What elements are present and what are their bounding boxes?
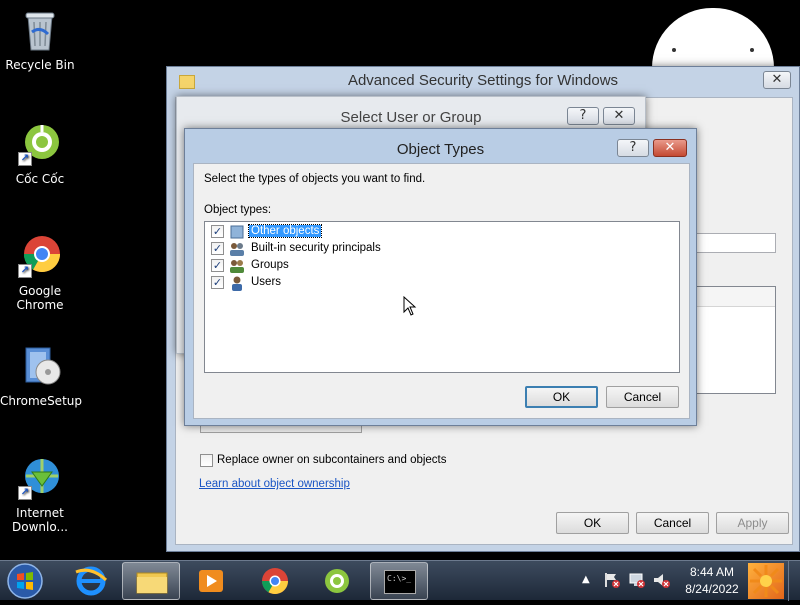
clock-tick (672, 48, 676, 52)
user-icon (229, 275, 245, 291)
list-item-label: Groups (251, 259, 289, 271)
list-item-users[interactable]: ✓ Users (211, 275, 411, 291)
object-types-label: Object types: (204, 204, 272, 216)
coc-coc-icon (325, 569, 349, 593)
taskbar-internet-explorer[interactable] (62, 562, 120, 600)
checkbox[interactable]: ✓ (211, 259, 224, 272)
chrome-icon (261, 568, 289, 595)
taskbar-media-player[interactable] (182, 562, 240, 600)
help-button[interactable]: ? (617, 139, 649, 157)
close-button[interactable]: ✕ (653, 139, 687, 157)
title-bar[interactable]: Select User or Group ? ✕ (177, 97, 645, 126)
shortcut-arrow-icon: ↗ (18, 486, 32, 500)
command-prompt-icon: C:\>_ (384, 570, 416, 594)
folder-icon (136, 572, 168, 594)
desktop-icon-recycle-bin[interactable]: Recycle Bin (0, 8, 80, 72)
installer-icon (18, 344, 62, 388)
desktop-icon-chromesetup[interactable]: ChromeSetup (0, 344, 82, 408)
clock-tick (750, 48, 754, 52)
close-button[interactable]: ✕ (763, 71, 791, 89)
instruction-text: Select the types of objects you want to … (204, 173, 426, 185)
desktop-icon-google-chrome[interactable]: ↗ Google Chrome (0, 234, 80, 312)
help-button[interactable]: ? (567, 107, 599, 125)
learn-ownership-link[interactable]: Learn about object ownership (199, 478, 350, 490)
desktop-icon-label: Chrome (16, 298, 64, 312)
title-bar[interactable]: Advanced Security Settings for Windows ✕ (167, 67, 799, 95)
ok-button[interactable]: OK (556, 512, 629, 534)
list-item-other-objects[interactable]: ✓ Other objects (211, 224, 411, 240)
checkbox[interactable]: ✓ (211, 276, 224, 289)
list-item-label: Built-in security principals (251, 242, 381, 254)
text-field[interactable] (696, 233, 776, 253)
desktop: Recycle Bin ↗ Cốc Cốc ↗ Google Chrome Ch… (0, 0, 800, 560)
list-item-label: Other objects (247, 224, 323, 238)
replace-owner-checkbox[interactable] (200, 454, 213, 467)
recycle-bin-icon (18, 8, 62, 52)
replace-owner-label: Replace owner on subcontainers and objec… (217, 454, 447, 466)
taskbar: C:\>_ ▲ 8:44 AM 8/24/2022 (0, 560, 800, 601)
shortcut-arrow-icon: ↗ (18, 152, 32, 166)
chrome-icon: ↗ (18, 234, 62, 278)
download-manager-icon: ↗ (18, 456, 62, 500)
checkbox[interactable]: ✓ (211, 242, 224, 255)
groups-icon (229, 258, 245, 274)
object-icon (229, 224, 245, 240)
desktop-icon-label: Internet (16, 506, 64, 520)
desktop-icon-coc-coc[interactable]: ↗ Cốc Cốc (0, 122, 80, 186)
close-icon: ✕ (664, 140, 676, 155)
taskbar-command-prompt[interactable]: C:\>_ (370, 562, 428, 600)
start-button[interactable] (6, 562, 44, 600)
ok-button[interactable]: OK (525, 386, 598, 408)
close-icon: ✕ (613, 108, 625, 123)
media-player-icon (199, 570, 223, 592)
help-icon: ? (629, 140, 637, 155)
desktop-icon-internet-download[interactable]: ↗ Internet Downlo... (0, 456, 80, 534)
desktop-icon-label: Google (18, 284, 62, 298)
taskbar-chrome[interactable] (246, 562, 304, 600)
list-header (697, 287, 775, 307)
window-title: Advanced Security Settings for Windows (347, 72, 619, 89)
dialog-client-area: Select the types of objects you want to … (193, 163, 690, 419)
object-types-list[interactable]: ✓ Other objects ✓ Built-in security prin… (204, 221, 680, 373)
shortcut-arrow-icon: ↗ (18, 264, 32, 278)
desktop-icon-label: Recycle Bin (5, 58, 75, 72)
taskbar-file-explorer[interactable] (122, 562, 180, 600)
user-avatar (748, 563, 784, 599)
desktop-icon-label: Cốc Cốc (15, 172, 65, 186)
mouse-cursor-icon (403, 295, 417, 320)
close-button[interactable]: ✕ (603, 107, 635, 125)
coc-coc-icon: ↗ (18, 122, 62, 166)
close-icon: ✕ (771, 72, 783, 87)
internet-explorer-icon (75, 566, 108, 596)
show-desktop-button[interactable] (788, 561, 800, 601)
tray-clock[interactable]: 8:44 AM 8/24/2022 (680, 564, 744, 598)
security-principals-icon (229, 241, 245, 257)
tray-date: 8/24/2022 (685, 582, 739, 596)
list-item-builtin-principals[interactable]: ✓ Built-in security principals (211, 241, 411, 257)
list-item-groups[interactable]: ✓ Groups (211, 258, 411, 274)
tray-time: 8:44 AM (689, 565, 735, 579)
help-icon: ? (579, 108, 587, 123)
cancel-button[interactable]: Cancel (636, 512, 709, 534)
action-center-flag-icon[interactable] (604, 571, 620, 593)
network-icon[interactable] (628, 571, 646, 593)
desktop-icon-label: Downlo... (12, 520, 68, 534)
desktop-icon-label: ChromeSetup (0, 394, 82, 408)
list-view[interactable] (696, 286, 776, 394)
volume-muted-icon[interactable] (652, 571, 670, 593)
cancel-button[interactable]: Cancel (606, 386, 679, 408)
list-item-label: Users (251, 276, 282, 288)
checkbox[interactable]: ✓ (211, 225, 224, 238)
object-types-dialog: Object Types ? ✕ Select the types of obj… (184, 128, 697, 426)
taskbar-coc-coc[interactable] (308, 562, 366, 600)
show-hidden-icons-arrow[interactable]: ▲ (582, 574, 590, 585)
title-bar[interactable]: Object Types ? ✕ (185, 129, 696, 158)
apply-button: Apply (716, 512, 789, 534)
